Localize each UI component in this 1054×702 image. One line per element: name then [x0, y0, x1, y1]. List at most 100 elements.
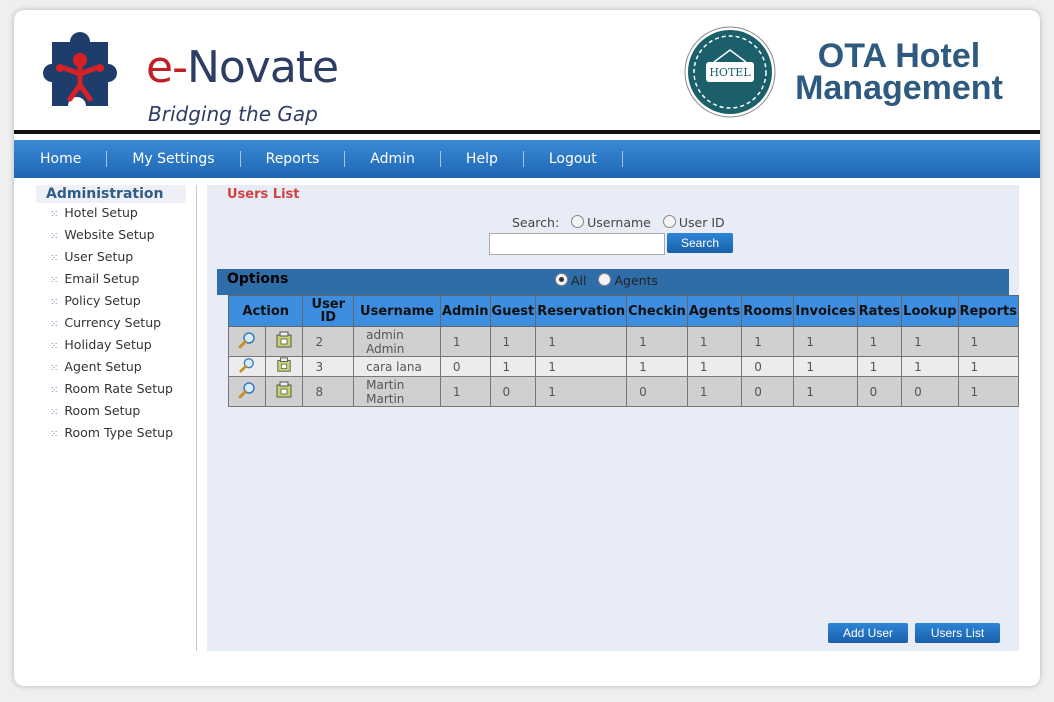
cell-admin: 0: [439, 356, 491, 377]
radio-username-label: Username: [587, 215, 651, 230]
cell-reservation: 1: [535, 356, 628, 377]
hotel-badge-icon: HOTEL: [684, 26, 776, 118]
cell-guest: 1: [489, 356, 537, 377]
nav-reports[interactable]: Reports: [241, 151, 346, 167]
table-row: 3 cara lana 0 1 1 1 1 0 1 1 1 1: [227, 356, 1020, 377]
col-checkin: Checkin: [626, 295, 688, 327]
cell-lookup: 1: [901, 326, 959, 357]
sidebar-item-room-type-setup[interactable]: ⁙ Room Type Setup: [36, 423, 196, 445]
view-magnifier-icon[interactable]: [238, 381, 256, 399]
cell-guest: 1: [489, 326, 537, 357]
sidebar-item-user-setup[interactable]: ⁙ User Setup: [36, 247, 196, 269]
cell-user-id: 8: [302, 376, 355, 407]
cell-invoices: 1: [793, 356, 858, 377]
options-label: Options: [227, 271, 289, 287]
options-bar: Options All Agents: [217, 269, 1009, 295]
col-rates: Rates: [856, 295, 903, 327]
cell-agents: 1: [686, 356, 743, 377]
radio-username[interactable]: [571, 215, 585, 228]
cell-reservation: 1: [535, 376, 628, 407]
col-admin: Admin: [439, 295, 491, 327]
bullet-icon: ⁙: [50, 341, 59, 352]
puzzle-logo-icon: [43, 32, 117, 106]
bullet-icon: ⁙: [50, 253, 59, 264]
sidebar-item-room-setup[interactable]: ⁙ Room Setup: [36, 401, 196, 423]
sidebar-item-hotel-setup[interactable]: ⁙ Hotel Setup: [36, 203, 196, 225]
col-user-id: User ID: [302, 295, 355, 327]
sidebar-item-policy-setup[interactable]: ⁙ Policy Setup: [36, 291, 196, 313]
cell-rooms: 1: [741, 326, 795, 357]
header: e-Novate Bridging the Gap HOTEL OTA Hote…: [14, 10, 1040, 130]
cell-lookup: 1: [901, 356, 959, 377]
cell-checkin: 0: [626, 376, 688, 407]
col-agents: Agents: [686, 295, 743, 327]
nav-my-settings[interactable]: My Settings: [107, 151, 241, 167]
bullet-icon: ⁙: [50, 407, 59, 418]
search-button[interactable]: Search: [667, 233, 733, 253]
cell-rooms: 0: [741, 376, 795, 407]
bullet-icon: ⁙: [50, 209, 59, 220]
cell-invoices: 1: [793, 376, 858, 407]
radio-userid-label: User ID: [678, 215, 725, 230]
users-table: Action User ID Username Admin Guest Rese…: [227, 295, 1020, 407]
radio-agents[interactable]: [598, 273, 612, 286]
page-title: Users List: [227, 187, 300, 202]
edit-folder-icon[interactable]: [275, 357, 293, 373]
sidebar-item-currency-setup[interactable]: ⁙ Currency Setup: [36, 313, 196, 335]
cell-rates: 0: [856, 376, 903, 407]
table-row: 8 Martin Martin 1 0 1 0 1 0 1 0 0 1: [227, 376, 1020, 407]
cell-username: Martin Martin: [353, 376, 441, 407]
sidebar-heading: Administration: [36, 185, 186, 203]
radio-userid[interactable]: [662, 215, 676, 228]
col-action: Action: [227, 295, 304, 327]
table-header-row: Action User ID Username Admin Guest Rese…: [227, 295, 1020, 327]
edit-folder-icon[interactable]: [275, 331, 293, 349]
cell-invoices: 1: [793, 326, 858, 357]
main-content: Users List Search: Username User ID Sear…: [207, 185, 1020, 651]
sidebar-item-agent-setup[interactable]: ⁙ Agent Setup: [36, 357, 196, 379]
sidebar-item-room-rate-setup[interactable]: ⁙ Room Rate Setup: [36, 379, 196, 401]
radio-agents-label: Agents: [614, 273, 658, 288]
bullet-icon: ⁙: [50, 385, 59, 396]
cell-reports: 1: [957, 326, 1020, 357]
bullet-icon: ⁙: [50, 231, 59, 242]
edit-folder-icon[interactable]: [275, 381, 293, 399]
main-nav: Home My Settings Reports Admin Help Logo…: [14, 140, 1040, 178]
col-lookup: Lookup: [901, 295, 959, 327]
add-user-button[interactable]: Add User: [828, 623, 908, 643]
search-options: Search: Username User ID: [512, 215, 725, 230]
search-input[interactable]: [489, 233, 665, 255]
cell-username: cara lana: [353, 356, 441, 377]
view-magnifier-icon[interactable]: [238, 357, 256, 373]
app-frame: e-Novate Bridging the Gap HOTEL OTA Hote…: [14, 10, 1040, 686]
filter-options: All Agents: [547, 273, 658, 288]
nav-admin[interactable]: Admin: [345, 151, 441, 167]
brand-tagline: Bridging the Gap: [148, 102, 318, 126]
bullet-icon: ⁙: [50, 275, 59, 286]
users-list-button[interactable]: Users List: [915, 623, 1000, 643]
search-label: Search:: [512, 215, 560, 230]
nav-logout[interactable]: Logout: [524, 151, 623, 167]
col-reservation: Reservation: [535, 295, 628, 327]
cell-agents: 1: [686, 326, 743, 357]
radio-all-label: All: [571, 273, 587, 288]
cell-rates: 1: [856, 356, 903, 377]
bullet-icon: ⁙: [50, 429, 59, 440]
nav-home[interactable]: Home: [14, 151, 108, 167]
cell-rooms: 0: [741, 356, 795, 377]
cell-user-id: 2: [302, 326, 355, 357]
sidebar-item-email-setup[interactable]: ⁙ Email Setup: [36, 269, 196, 291]
brand-name: e-Novate: [146, 42, 339, 93]
view-magnifier-icon[interactable]: [238, 331, 256, 349]
sidebar-item-holiday-setup[interactable]: ⁙ Holiday Setup: [36, 335, 196, 357]
cell-reports: 1: [957, 376, 1020, 407]
radio-all[interactable]: [555, 273, 568, 286]
col-invoices: Invoices: [793, 295, 858, 327]
nav-help[interactable]: Help: [441, 151, 524, 167]
cell-admin: 1: [439, 376, 491, 407]
cell-user-id: 3: [302, 356, 355, 377]
sidebar-item-website-setup[interactable]: ⁙ Website Setup: [36, 225, 196, 247]
bullet-icon: ⁙: [50, 297, 59, 308]
bullet-icon: ⁙: [50, 319, 59, 330]
cell-checkin: 1: [626, 356, 688, 377]
